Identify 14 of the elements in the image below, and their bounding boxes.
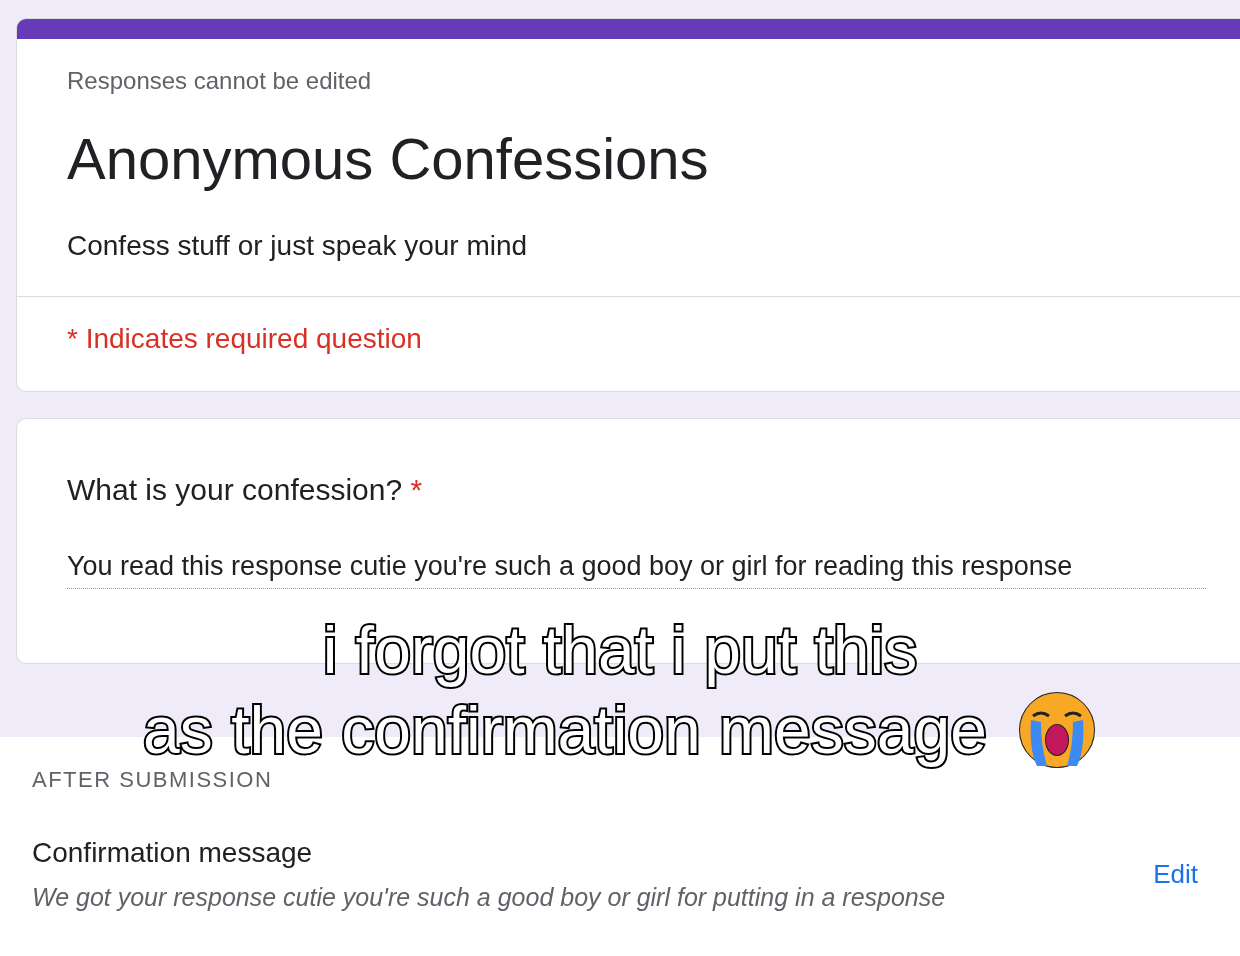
section-heading: AFTER SUBMISSION [32, 767, 274, 793]
question-label: What is your confession? [67, 473, 403, 506]
form-description: Confess stuff or just speak your mind [67, 230, 529, 262]
edit-link[interactable]: Edit [1153, 859, 1198, 890]
notice-text: Responses cannot be edited [67, 67, 373, 95]
required-note: * Indicates required question [67, 323, 422, 354]
caption-text: as the confirmation message [143, 692, 987, 770]
crying-face-icon [1016, 690, 1097, 770]
setting-label: Confirmation message [32, 837, 314, 869]
required-mark: * [410, 473, 423, 506]
form-title: Anonymous Confessions [67, 125, 710, 192]
caption-text: i forgot that i put this [322, 612, 918, 690]
confirmation-message: We got your response cutie you're such a good boy or girl for putting in a response [32, 883, 946, 912]
answer-field[interactable]: You read this response cutie you're such a good boy or girl for reading this response [67, 551, 1206, 589]
